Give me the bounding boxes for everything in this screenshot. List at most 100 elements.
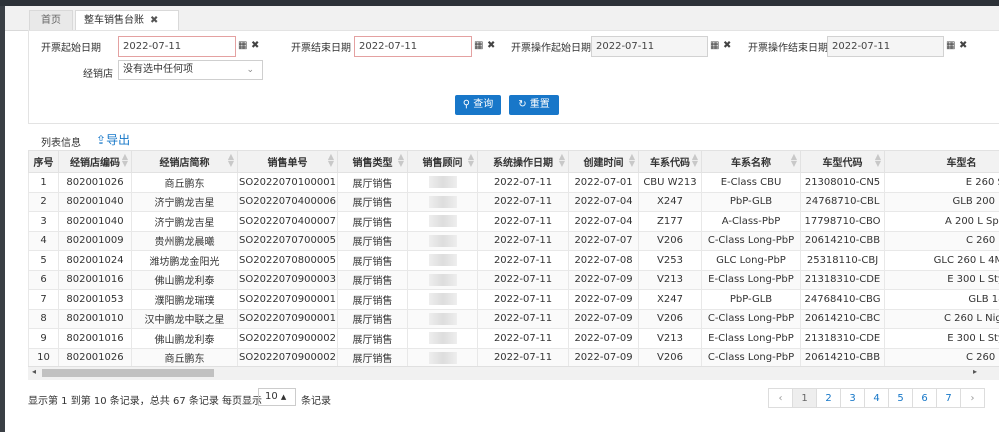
- sort-icon[interactable]: ▲ ▼: [791, 153, 797, 168]
- redacted-block: [428, 332, 457, 345]
- column-header[interactable]: 序号: [28, 150, 59, 173]
- tab-home[interactable]: 首页: [29, 10, 73, 30]
- sort-icon[interactable]: ▲ ▼: [875, 153, 881, 168]
- table-cell: 济宁鹏龙吉星: [131, 191, 238, 212]
- table-row[interactable]: 2 802001040 济宁鹏龙吉星 SO2022070400006 展厅销售 2022-…: [28, 191, 999, 212]
- clear-icon[interactable]: ✖: [723, 40, 731, 51]
- scroll-right-icon[interactable]: ▸: [973, 367, 977, 376]
- table-cell: 802001053: [58, 289, 132, 310]
- calendar-icon[interactable]: ▦: [474, 40, 483, 51]
- column-header[interactable]: 车系代码 ▲ ▼: [638, 150, 702, 173]
- table-row[interactable]: 8 802001010 汉中鹏龙中联之星 SO2022070900001 展厅销售 202…: [28, 308, 999, 329]
- table-cell: V253: [638, 250, 702, 271]
- dealer-select-value: 没有选中任何项: [123, 64, 193, 75]
- table-cell: PbP-GLB: [701, 289, 801, 310]
- table-row[interactable]: 9 802001016 佛山鹏龙利泰 SO2022070900002 展厅销售 2022-…: [28, 328, 999, 349]
- next-page-button[interactable]: ›: [960, 388, 985, 408]
- table-cell: 2022-07-11: [477, 211, 569, 232]
- table-cell: 802001010: [58, 308, 132, 329]
- clear-icon[interactable]: ✖: [487, 40, 495, 51]
- page-button[interactable]: 3: [840, 388, 865, 408]
- scrollbar-thumb[interactable]: [42, 369, 214, 377]
- table-cell: 贵州鹏龙晨曦: [131, 230, 238, 251]
- sort-icon[interactable]: ▲ ▼: [328, 153, 334, 168]
- table-row[interactable]: 1 802001026 商丘鹏东 SO2022070100001 展厅销售 2022-07…: [28, 172, 999, 193]
- invoice-end-input[interactable]: 2022-07-11: [354, 36, 472, 57]
- table-row[interactable]: 6 802001016 佛山鹏龙利泰 SO2022070900003 展厅销售 2022-…: [28, 269, 999, 290]
- table-cell: 2022-07-11: [477, 172, 569, 193]
- table-cell: 21308010-CN5: [800, 172, 885, 193]
- column-header[interactable]: 车型名: [884, 150, 999, 173]
- page-button[interactable]: 4: [864, 388, 889, 408]
- column-header-label: 车系名称: [731, 158, 771, 169]
- page-button[interactable]: 5: [888, 388, 913, 408]
- table-row[interactable]: 3 802001040 济宁鹏龙吉星 SO2022070400007 展厅销售 2022-…: [28, 211, 999, 232]
- page-button[interactable]: 1: [792, 388, 817, 408]
- page-button[interactable]: 6: [912, 388, 937, 408]
- table-cell: C-Class Long-PbP: [701, 308, 801, 329]
- table-cell: 2022-07-11: [477, 289, 569, 310]
- sort-icon[interactable]: ▲ ▼: [692, 153, 698, 168]
- op-end-input[interactable]: 2022-07-11: [827, 36, 944, 57]
- sort-icon[interactable]: ▲ ▼: [629, 153, 635, 168]
- table-cell: 3: [28, 211, 59, 232]
- calendar-icon[interactable]: ▦: [946, 40, 955, 51]
- dealer-label: 经销店: [83, 69, 113, 80]
- table-row[interactable]: 7 802001053 濮阳鹏龙瑞璞 SO2022070900001 展厅销售 2022-…: [28, 289, 999, 310]
- export-button[interactable]: ⇪导出: [96, 131, 130, 148]
- page-size-select[interactable]: 10 ▲: [258, 388, 296, 406]
- calendar-icon[interactable]: ▦: [710, 40, 719, 51]
- sort-icon[interactable]: ▲ ▼: [468, 153, 474, 168]
- query-button[interactable]: ⚲ 查询: [455, 95, 501, 115]
- table-cell: 20614210-CBB: [800, 230, 885, 251]
- table-row[interactable]: 4 802001009 贵州鹏龙晨曦 SO2022070700005 展厅销售 2022-…: [28, 230, 999, 251]
- table-cell: SO2022070900003: [237, 269, 338, 290]
- reset-button[interactable]: ↻ 重置: [509, 95, 559, 115]
- column-header[interactable]: 车型代码 ▲ ▼: [800, 150, 885, 173]
- table-cell: PbP-GLB: [701, 191, 801, 212]
- horizontal-scrollbar[interactable]: ◂ ▸: [28, 366, 999, 380]
- table-cell: 商丘鹏东: [131, 347, 238, 368]
- column-header-label: 车系代码: [650, 158, 690, 169]
- column-header[interactable]: 销售顾问 ▲ ▼: [407, 150, 478, 173]
- table-cell: 展厅销售: [337, 250, 408, 271]
- redacted-block: [428, 176, 457, 189]
- table-cell: X247: [638, 191, 702, 212]
- column-header[interactable]: 系统操作日期 ▲ ▼: [477, 150, 569, 173]
- clear-icon[interactable]: ✖: [959, 40, 967, 51]
- clear-icon[interactable]: ✖: [251, 40, 259, 51]
- dealer-select[interactable]: 没有选中任何项 ⌄: [118, 60, 263, 80]
- table-cell: 2022-07-04: [568, 211, 639, 232]
- page-button[interactable]: 2: [816, 388, 841, 408]
- table-cell: E-Class Long-PbP: [701, 269, 801, 290]
- column-header[interactable]: 经销店编码 ▲ ▼: [58, 150, 132, 173]
- sort-icon[interactable]: ▲ ▼: [398, 153, 404, 168]
- sort-icon[interactable]: ▲ ▼: [228, 153, 234, 168]
- close-icon[interactable]: ✖: [150, 15, 158, 26]
- op-start-input[interactable]: 2022-07-11: [591, 36, 708, 57]
- scroll-left-icon[interactable]: ◂: [32, 367, 36, 376]
- filter-panel: 开票起始日期 2022-07-11 ▦ ✖ 开票结束日期 2022-07-11 …: [28, 30, 999, 124]
- calendar-icon[interactable]: ▦: [238, 40, 247, 51]
- column-header[interactable]: 创建时间 ▲ ▼: [568, 150, 639, 173]
- page-size-value: 10: [265, 391, 278, 402]
- table-cell: Z177: [638, 211, 702, 232]
- sort-icon[interactable]: ▲ ▼: [122, 153, 128, 168]
- op-end-label: 开票操作结束日期: [748, 43, 828, 54]
- table-cell: SO2022070400007: [237, 211, 338, 232]
- table-row[interactable]: 5 802001024 潍坊鹏龙金阳光 SO2022070800005 展厅销售 2022…: [28, 250, 999, 271]
- prev-page-button[interactable]: ‹: [768, 388, 793, 408]
- invoice-start-input[interactable]: 2022-07-11: [118, 36, 236, 57]
- sort-icon[interactable]: ▲ ▼: [559, 153, 565, 168]
- table-cell: 佛山鹏龙利泰: [131, 269, 238, 290]
- column-header-label: 车型代码: [822, 158, 863, 169]
- tab-vehicle-sales-ledger[interactable]: 整车销售台账 ✖: [75, 10, 179, 30]
- page-button[interactable]: 7: [936, 388, 961, 408]
- column-header[interactable]: 销售单号 ▲ ▼: [237, 150, 338, 173]
- column-header[interactable]: 销售类型 ▲ ▼: [337, 150, 408, 173]
- invoice-start-label: 开票起始日期: [41, 43, 101, 54]
- column-header[interactable]: 车系名称 ▲ ▼: [701, 150, 801, 173]
- table-cell: [407, 172, 478, 193]
- column-header[interactable]: 经销店简称 ▲ ▼: [131, 150, 238, 173]
- table-row[interactable]: 10 802001026 商丘鹏东 SO2022070900002 展厅销售 2022-0…: [28, 347, 999, 368]
